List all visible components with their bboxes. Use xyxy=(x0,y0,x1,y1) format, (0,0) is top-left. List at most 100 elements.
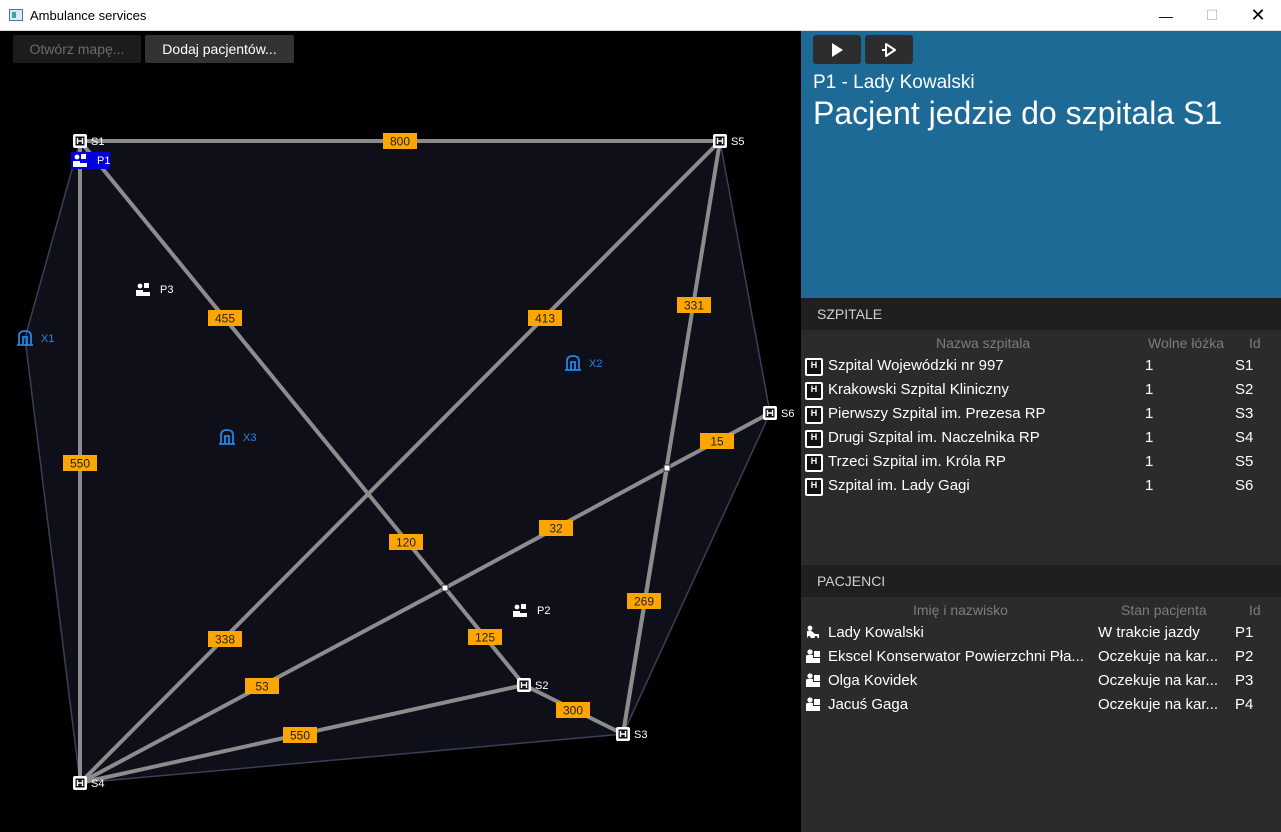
col-patient-name[interactable]: Imię i nazwisko xyxy=(913,602,1008,618)
hospital-icon xyxy=(805,454,823,472)
maximize-button[interactable]: ☐ xyxy=(1189,0,1235,31)
col-free-beds[interactable]: Wolne łóżka xyxy=(1148,335,1224,351)
hospital-row[interactable]: Trzeci Szpital im. Króla RP 1 S5 xyxy=(801,450,1281,474)
play-button[interactable] xyxy=(813,35,861,64)
hospital-row[interactable]: Pierwszy Szpital im. Prezesa RP 1 S3 xyxy=(801,402,1281,426)
patient-icon xyxy=(805,673,821,691)
status-panel: P1 - Lady Kowalski Pacjent jedzie do szp… xyxy=(801,31,1281,298)
col-hospital-name[interactable]: Nazwa szpitala xyxy=(936,335,1030,351)
hospital-node[interactable]: S3 xyxy=(616,727,647,741)
edge-weight-label: 331 xyxy=(677,297,711,313)
svg-text:550: 550 xyxy=(70,457,90,471)
patient-marker-label: P1 xyxy=(97,155,110,167)
svg-text:300: 300 xyxy=(563,704,583,718)
map-canvas[interactable]: 800455125550413331153226953550300338120 … xyxy=(0,31,801,832)
edge-weight-label: 125 xyxy=(468,629,502,645)
hospitals-header: SZPITALE xyxy=(801,298,1281,330)
hospital-node-label: S6 xyxy=(781,408,794,420)
hospital-name: Szpital im. Lady Gagi xyxy=(828,477,970,494)
patient-id: P4 xyxy=(1235,696,1254,713)
landmark-marker-label: X2 xyxy=(589,358,602,370)
patient-id: P3 xyxy=(1235,672,1254,689)
hospital-row[interactable]: Krakowski Szpital Kliniczny 1 S2 xyxy=(801,378,1281,402)
sidebar: P1 - Lady Kowalski Pacjent jedzie do szp… xyxy=(801,31,1281,832)
play-icon xyxy=(832,42,843,57)
patient-icon xyxy=(805,649,821,667)
hospital-icon xyxy=(805,358,823,376)
step-icon xyxy=(882,42,896,57)
col-patient-state[interactable]: Stan pacjenta xyxy=(1121,602,1207,618)
patient-row[interactable]: Jacuś Gaga Oczekuje na kar... P4 xyxy=(801,693,1281,717)
edge-weight-label: 269 xyxy=(627,593,661,609)
hospital-node[interactable]: S6 xyxy=(763,406,794,420)
hospital-icon xyxy=(805,478,823,496)
svg-text:413: 413 xyxy=(535,312,555,326)
add-patients-button[interactable]: Dodaj pacjentów... xyxy=(145,35,294,63)
patient-state: Oczekuje na kar... xyxy=(1098,696,1219,713)
hospital-id: S6 xyxy=(1235,477,1254,494)
hospital-node-label: S2 xyxy=(535,680,548,692)
patient-id: P2 xyxy=(1235,648,1254,665)
hospital-node[interactable]: S5 xyxy=(713,134,744,148)
hospital-id: S5 xyxy=(1235,453,1254,470)
junction-node xyxy=(441,584,449,592)
svg-text:331: 331 xyxy=(684,299,704,313)
patient-marker[interactable]: P1 xyxy=(71,152,110,169)
patient-row[interactable]: Ekscel Konserwator Powierzchni Pła... Oc… xyxy=(801,645,1281,669)
hospital-id: S1 xyxy=(1235,357,1254,374)
hospital-row[interactable]: Szpital Wojewódzki nr 997 1 S1 xyxy=(801,354,1281,378)
open-map-button: Otwórz mapę... xyxy=(13,35,141,63)
hospital-row[interactable]: Szpital im. Lady Gagi 1 S6 xyxy=(801,474,1281,498)
edge-weight-label: 15 xyxy=(700,433,734,449)
patient-state: W trakcie jazdy xyxy=(1098,624,1200,641)
col-patient-id[interactable]: Id xyxy=(1249,602,1261,618)
hospital-icon xyxy=(805,406,823,424)
col-hospital-id[interactable]: Id xyxy=(1249,335,1261,351)
svg-text:550: 550 xyxy=(290,729,310,743)
svg-text:800: 800 xyxy=(390,135,410,149)
ambulance-icon xyxy=(805,625,821,643)
svg-text:120: 120 xyxy=(396,536,416,550)
status-subtitle: P1 - Lady Kowalski xyxy=(813,72,975,93)
svg-text:53: 53 xyxy=(255,680,269,694)
hospital-id: S3 xyxy=(1235,405,1254,422)
hospital-icon xyxy=(805,430,823,448)
edge-weight-label: 550 xyxy=(63,455,97,471)
hospital-node-label: S1 xyxy=(91,136,104,148)
patient-marker-label: P2 xyxy=(537,605,550,617)
close-button[interactable]: ✕ xyxy=(1235,0,1281,31)
hospital-beds: 1 xyxy=(1145,405,1154,422)
patient-name: Olga Kovidek xyxy=(828,672,918,689)
svg-text:455: 455 xyxy=(215,312,235,326)
hospital-beds: 1 xyxy=(1145,453,1154,470)
edge-weight-label: 120 xyxy=(389,534,423,550)
patient-name: Ekscel Konserwator Powierzchni Pła... xyxy=(828,648,1084,665)
edge-weight-label: 800 xyxy=(383,133,417,149)
patient-marker-label: P3 xyxy=(160,284,173,296)
edge-weight-label: 338 xyxy=(208,631,242,647)
hospital-beds: 1 xyxy=(1145,429,1154,446)
edge-weight-label: 53 xyxy=(245,678,279,694)
edge-weight-label: 413 xyxy=(528,310,562,326)
junction-node xyxy=(663,464,671,472)
edge-weight-label: 32 xyxy=(539,520,573,536)
step-button[interactable] xyxy=(865,35,913,64)
hospital-name: Trzeci Szpital im. Króla RP xyxy=(828,453,1006,470)
hospital-node-label: S3 xyxy=(634,729,647,741)
patient-name: Lady Kowalski xyxy=(828,624,924,641)
hospital-name: Pierwszy Szpital im. Prezesa RP xyxy=(828,405,1046,422)
hospital-node-label: S5 xyxy=(731,136,744,148)
svg-text:15: 15 xyxy=(710,435,724,449)
hospital-name: Drugi Szpital im. Naczelnika RP xyxy=(828,429,1040,446)
patient-row[interactable]: Lady Kowalski W trakcie jazdy P1 xyxy=(801,621,1281,645)
patient-row[interactable]: Olga Kovidek Oczekuje na kar... P3 xyxy=(801,669,1281,693)
patient-state: Oczekuje na kar... xyxy=(1098,648,1219,665)
minimize-button[interactable]: — xyxy=(1143,0,1189,31)
hospital-beds: 1 xyxy=(1145,477,1154,494)
edge-weight-label: 455 xyxy=(208,310,242,326)
hospital-beds: 1 xyxy=(1145,357,1154,374)
hospital-row[interactable]: Drugi Szpital im. Naczelnika RP 1 S4 xyxy=(801,426,1281,450)
edge-weight-label: 550 xyxy=(283,727,317,743)
status-message: Pacjent jedzie do szpitala S1 xyxy=(813,95,1223,131)
hospital-beds: 1 xyxy=(1145,381,1154,398)
